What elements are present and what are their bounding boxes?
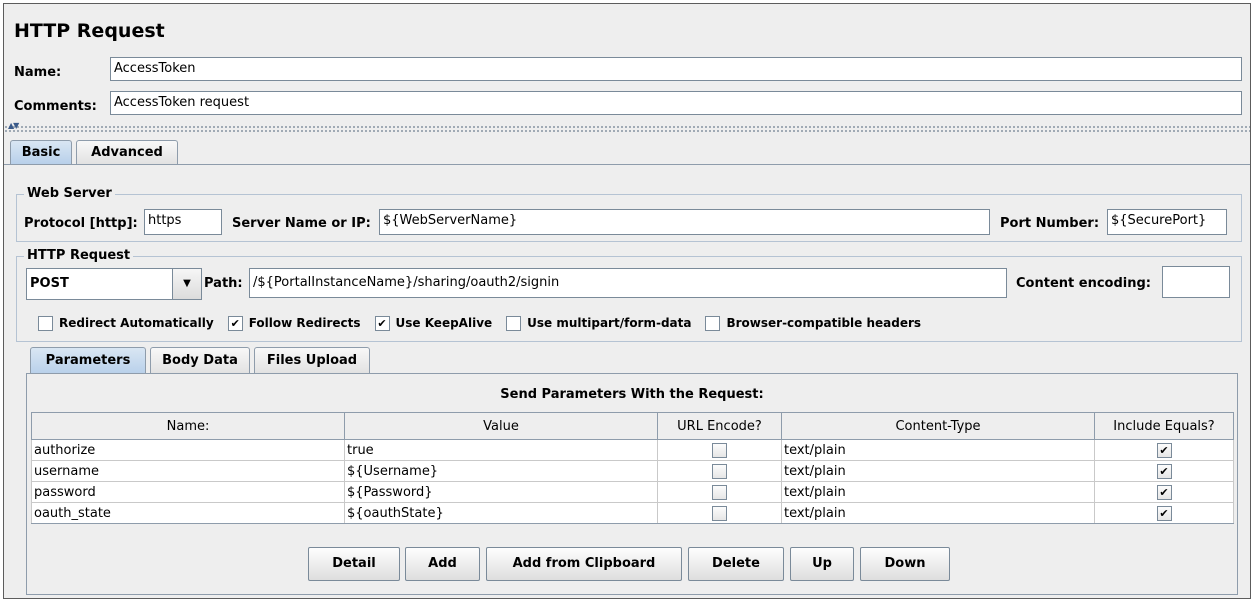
add-from-clipboard-button[interactable]: Add from Clipboard <box>486 547 682 581</box>
up-button[interactable]: Up <box>790 547 854 581</box>
checkbox-box[interactable] <box>705 315 721 331</box>
server-name-field[interactable]: ${WebServerName} <box>379 209 990 235</box>
checkbox-label: Browser-compatible headers <box>726 316 922 330</box>
checkbox-label: Redirect Automatically <box>59 316 214 330</box>
cell-value[interactable]: true <box>344 439 658 461</box>
checkbox-label: Follow Redirects <box>248 316 361 330</box>
check-icon[interactable]: ✔ <box>1156 505 1172 521</box>
chevron-down-icon[interactable]: ▼ <box>172 269 201 299</box>
column-header-url-encode[interactable]: URL Encode? <box>657 412 782 440</box>
table-row[interactable]: oauth_state ${oauthState} text/plain ✔ <box>31 502 1234 524</box>
content-encoding-field[interactable] <box>1162 266 1230 298</box>
cell-value[interactable]: ${Username} <box>344 460 658 482</box>
column-header-name[interactable]: Name: <box>31 412 345 440</box>
tab-divider <box>4 164 1250 165</box>
splitter-arrows-icon[interactable]: ▲▼ <box>8 121 19 130</box>
table-row[interactable]: password ${Password} text/plain ✔ <box>31 481 1234 503</box>
cell-value[interactable]: ${oauthState} <box>344 502 658 524</box>
delete-button[interactable]: Delete <box>688 547 784 581</box>
check-icon[interactable]: ✔ <box>227 315 243 331</box>
cell-content-type[interactable]: text/plain <box>781 481 1095 503</box>
cell-name[interactable]: oauth_state <box>31 502 345 524</box>
splitter[interactable] <box>4 125 1250 133</box>
checkbox-label: Use multipart/form-data <box>527 316 692 330</box>
table-row[interactable]: username ${Username} text/plain ✔ <box>31 460 1234 482</box>
check-icon[interactable]: ✔ <box>1156 484 1172 500</box>
cell-url-encode[interactable] <box>657 439 782 461</box>
cell-include-equals[interactable]: ✔ <box>1094 460 1234 482</box>
path-label: Path: <box>204 276 243 291</box>
column-header-include-equals[interactable]: Include Equals? <box>1094 412 1234 440</box>
tab-parameters[interactable]: Parameters <box>30 347 146 374</box>
checkbox-box[interactable] <box>38 315 53 331</box>
cell-include-equals[interactable]: ✔ <box>1094 439 1234 461</box>
name-field[interactable]: AccessToken <box>110 57 1242 81</box>
method-value: POST <box>30 276 69 291</box>
checkbox-box[interactable] <box>712 484 727 500</box>
cell-include-equals[interactable]: ✔ <box>1094 481 1234 503</box>
multipart-form-data-checkbox[interactable]: Use multipart/form-data <box>506 315 692 331</box>
cell-content-type[interactable]: text/plain <box>781 502 1095 524</box>
comments-label: Comments: <box>14 99 97 114</box>
check-icon[interactable]: ✔ <box>1156 463 1172 479</box>
add-button[interactable]: Add <box>405 547 480 581</box>
cell-url-encode[interactable] <box>657 502 782 524</box>
panel-title: HTTP Request <box>14 20 165 42</box>
cell-name[interactable]: username <box>31 460 345 482</box>
checkbox-box[interactable] <box>712 463 727 479</box>
name-label: Name: <box>14 65 62 80</box>
checkbox-label: Use KeepAlive <box>395 316 493 330</box>
method-select[interactable]: POST ▼ <box>26 268 202 300</box>
protocol-field[interactable]: https <box>144 209 222 235</box>
cell-name[interactable]: password <box>31 481 345 503</box>
cell-url-encode[interactable] <box>657 460 782 482</box>
web-server-title: Web Server <box>24 186 115 201</box>
protocol-label: Protocol [http]: <box>24 216 138 231</box>
column-header-content-type[interactable]: Content-Type <box>781 412 1095 440</box>
path-field[interactable]: /${PortalInstanceName}/sharing/oauth2/si… <box>249 268 1007 298</box>
checkbox-box[interactable] <box>506 315 522 331</box>
server-name-label: Server Name or IP: <box>232 216 371 231</box>
use-keepalive-checkbox[interactable]: ✔ Use KeepAlive <box>374 315 493 331</box>
content-encoding-label: Content encoding: <box>1016 276 1151 291</box>
http-request-panel: HTTP Request Name: AccessToken Comments:… <box>3 3 1251 599</box>
redirect-automatically-checkbox[interactable]: Redirect Automatically <box>38 315 214 331</box>
tab-basic[interactable]: Basic <box>10 140 72 164</box>
tab-files-upload[interactable]: Files Upload <box>254 347 370 373</box>
browser-compatible-headers-checkbox[interactable]: Browser-compatible headers <box>705 315 922 331</box>
parameters-table: Name: Value URL Encode? Content-Type Inc… <box>31 412 1234 524</box>
checkbox-box[interactable] <box>712 505 727 521</box>
detail-button[interactable]: Detail <box>308 547 400 581</box>
checkbox-box[interactable] <box>712 442 727 458</box>
table-row[interactable]: authorize true text/plain ✔ <box>31 439 1234 461</box>
column-header-value[interactable]: Value <box>344 412 658 440</box>
tab-advanced[interactable]: Advanced <box>76 140 178 164</box>
cell-include-equals[interactable]: ✔ <box>1094 502 1234 524</box>
down-button[interactable]: Down <box>860 547 950 581</box>
cell-url-encode[interactable] <box>657 481 782 503</box>
port-number-field[interactable]: ${SecurePort} <box>1107 209 1227 235</box>
table-title: Send Parameters With the Request: <box>500 387 764 402</box>
port-number-label: Port Number: <box>1000 216 1100 231</box>
cell-content-type[interactable]: text/plain <box>781 460 1095 482</box>
comments-field[interactable]: AccessToken request <box>110 91 1242 115</box>
cell-name[interactable]: authorize <box>31 439 345 461</box>
http-request-title: HTTP Request <box>24 248 134 263</box>
follow-redirects-checkbox[interactable]: ✔ Follow Redirects <box>227 315 361 331</box>
cell-content-type[interactable]: text/plain <box>781 439 1095 461</box>
tab-body-data[interactable]: Body Data <box>150 347 250 373</box>
options-row: Redirect Automatically ✔ Follow Redirect… <box>38 314 935 332</box>
cell-value[interactable]: ${Password} <box>344 481 658 503</box>
check-icon[interactable]: ✔ <box>1156 442 1172 458</box>
check-icon[interactable]: ✔ <box>374 315 390 331</box>
